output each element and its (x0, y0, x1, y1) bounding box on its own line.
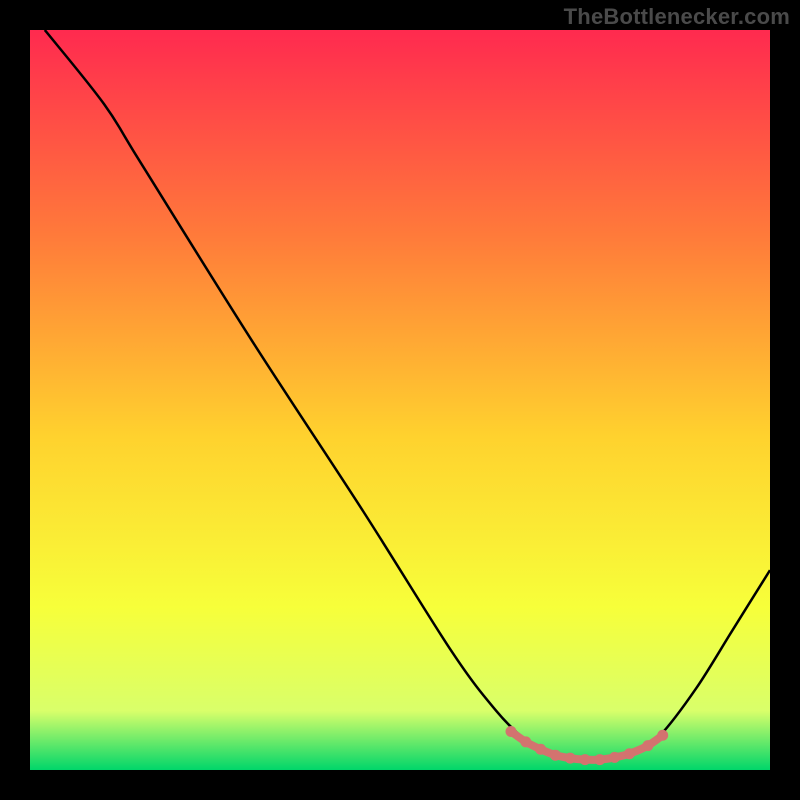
optimal-zone-point (565, 753, 576, 764)
watermark-text: TheBottlenecker.com (564, 4, 790, 30)
optimal-zone-point (609, 752, 620, 763)
optimal-zone-point (642, 740, 653, 751)
gradient-background (30, 30, 770, 770)
optimal-zone-point (657, 730, 668, 741)
chart-svg (30, 30, 770, 770)
optimal-zone-point (506, 726, 517, 737)
chart-frame: TheBottlenecker.com (0, 0, 800, 800)
plot-area (30, 30, 770, 770)
optimal-zone-point (580, 754, 591, 765)
optimal-zone-point (624, 748, 635, 759)
optimal-zone-point (535, 744, 546, 755)
optimal-zone-point (550, 750, 561, 761)
optimal-zone-point (520, 736, 531, 747)
optimal-zone-point (594, 754, 605, 765)
